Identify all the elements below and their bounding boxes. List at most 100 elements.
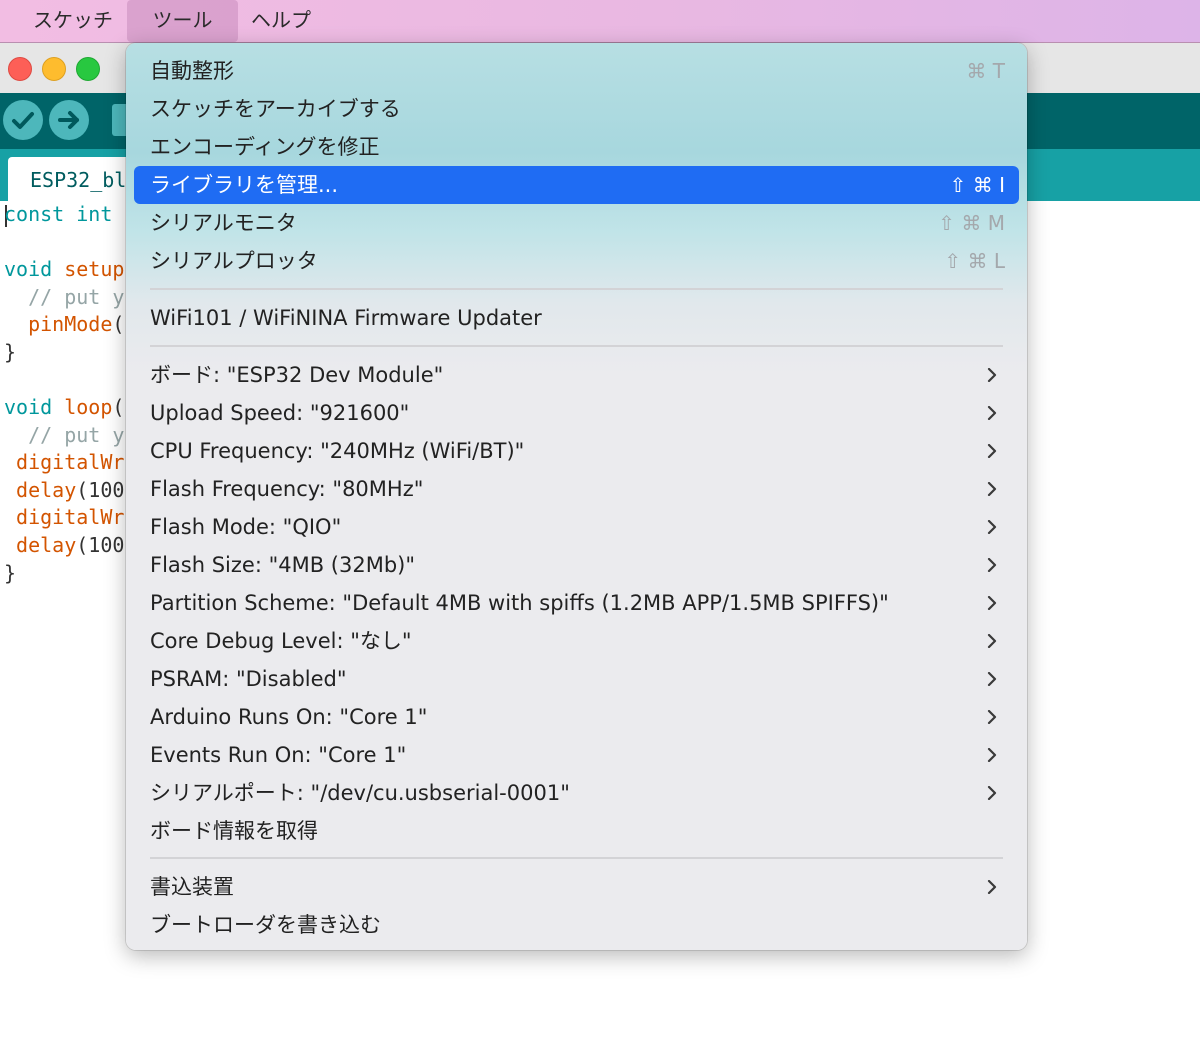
menu-item-label: ライブラリを管理... [150, 173, 339, 197]
chevron-right-icon [987, 634, 997, 648]
menu-item-cpu-frequency[interactable]: CPU Frequency: "240MHz (WiFi/BT)" [134, 432, 1019, 470]
chevron-right-icon [987, 748, 997, 762]
code-line: delay(100 [4, 532, 124, 559]
code-token: (100 [76, 478, 125, 502]
code-token: loop [64, 395, 113, 419]
menu-item-label: ボード: "ESP32 Dev Module" [150, 363, 444, 387]
code-token: (100 [76, 533, 125, 557]
checkmark-icon [12, 112, 34, 129]
code-token: delay [4, 478, 77, 502]
minimize-window-button[interactable] [42, 57, 66, 81]
menu-item-manage-libraries[interactable]: ライブラリを管理... ⇧ ⌘ I [134, 166, 1019, 204]
menu-separator [150, 288, 1003, 290]
code-token: ( [112, 312, 125, 336]
code-token: // put y [4, 423, 125, 447]
menu-item-label: CPU Frequency: "240MHz (WiFi/BT)" [150, 439, 525, 463]
menu-item-label: ブートローダを書き込む [150, 913, 381, 937]
menu-item-shortcut: ⇧ ⌘ I [949, 173, 1005, 197]
code-line: // put y [4, 422, 124, 449]
menu-item-auto-format[interactable]: 自動整形 ⌘ T [134, 52, 1019, 90]
close-window-button[interactable] [8, 57, 32, 81]
chevron-right-icon [987, 558, 997, 572]
menu-item-label: Flash Mode: "QIO" [150, 515, 342, 539]
code-line: const int [4, 201, 112, 228]
chevron-right-icon [987, 880, 997, 894]
menu-item-label: エンコーディングを修正 [150, 135, 380, 159]
code-line: void setup [4, 256, 124, 283]
code-token: } [4, 561, 17, 585]
menu-item-programmer[interactable]: 書込装置 [134, 868, 1019, 906]
upload-button[interactable] [49, 100, 89, 140]
menu-item-flash-size[interactable]: Flash Size: "4MB (32Mb)" [134, 546, 1019, 584]
menu-item-firmware-updater[interactable]: WiFi101 / WiFiNINA Firmware Updater [134, 299, 1019, 337]
code-token: void [4, 257, 53, 281]
menu-item-burn-bootloader[interactable]: ブートローダを書き込む [134, 906, 1019, 944]
menubar-item-sketch[interactable]: スケッチ [18, 0, 128, 42]
menu-item-board[interactable]: ボード: "ESP32 Dev Module" [134, 356, 1019, 394]
chevron-right-icon [987, 672, 997, 686]
menu-item-serial-plotter[interactable]: シリアルプロッタ ⇧ ⌘ L [134, 242, 1019, 280]
menu-item-archive-sketch[interactable]: スケッチをアーカイブする [134, 90, 1019, 128]
menu-item-psram[interactable]: PSRAM: "Disabled" [134, 660, 1019, 698]
code-line: } [4, 339, 16, 366]
verify-button[interactable] [3, 100, 43, 140]
code-token: pinMode [4, 312, 113, 336]
menu-item-label: Arduino Runs On: "Core 1" [150, 705, 428, 729]
menu-item-label: シリアルプロッタ [150, 249, 318, 273]
chevron-right-icon [987, 482, 997, 496]
menu-item-label: WiFi101 / WiFiNINA Firmware Updater [150, 306, 542, 330]
arrow-right-icon [58, 111, 79, 129]
menu-item-partition-scheme[interactable]: Partition Scheme: "Default 4MB with spif… [134, 584, 1019, 622]
menu-item-shortcut: ⇧ ⌘ M [938, 211, 1005, 235]
code-token: // put y [4, 285, 125, 309]
chevron-right-icon [987, 368, 997, 382]
menu-separator [150, 857, 1003, 859]
code-line: pinMode( [4, 311, 124, 338]
menu-item-label: PSRAM: "Disabled" [150, 667, 347, 691]
code-line: digitalWr [4, 504, 124, 531]
menu-item-arduino-runs-on[interactable]: Arduino Runs On: "Core 1" [134, 698, 1019, 736]
code-token: const int [4, 202, 113, 226]
chevron-right-icon [987, 520, 997, 534]
code-line: delay(100 [4, 477, 124, 504]
menu-item-events-run-on[interactable]: Events Run On: "Core 1" [134, 736, 1019, 774]
menu-item-label: Partition Scheme: "Default 4MB with spif… [150, 591, 889, 615]
code-token: digitalWr [4, 450, 125, 474]
menu-item-label: Core Debug Level: "なし" [150, 629, 412, 653]
menubar-item-tools[interactable]: ツール [127, 0, 238, 42]
menu-item-label: ボード情報を取得 [150, 819, 318, 843]
menu-item-flash-mode[interactable]: Flash Mode: "QIO" [134, 508, 1019, 546]
code-token: setup [64, 257, 125, 281]
code-token: delay [4, 533, 77, 557]
chevron-right-icon [987, 710, 997, 724]
code-token: ( [112, 395, 125, 419]
menu-item-label: Upload Speed: "921600" [150, 401, 410, 425]
chevron-right-icon [987, 596, 997, 610]
menu-item-board-info[interactable]: ボード情報を取得 [134, 812, 1019, 850]
menu-item-fix-encoding[interactable]: エンコーディングを修正 [134, 128, 1019, 166]
menu-item-label: 書込装置 [150, 875, 234, 899]
chevron-right-icon [987, 444, 997, 458]
menu-item-label: Flash Size: "4MB (32Mb)" [150, 553, 416, 577]
code-line: digitalWr [4, 449, 124, 476]
zoom-window-button[interactable] [76, 57, 100, 81]
code-token: digitalWr [4, 505, 125, 529]
code-line: void loop( [4, 394, 124, 421]
menu-item-label: シリアルポート: "/dev/cu.usbserial-0001" [150, 781, 570, 805]
menu-item-core-debug-level[interactable]: Core Debug Level: "なし" [134, 622, 1019, 660]
menu-item-serial-port[interactable]: シリアルポート: "/dev/cu.usbserial-0001" [134, 774, 1019, 812]
menu-item-upload-speed[interactable]: Upload Speed: "921600" [134, 394, 1019, 432]
tools-dropdown-menu: 自動整形 ⌘ T スケッチをアーカイブする エンコーディングを修正 ライブラリを… [126, 43, 1027, 950]
menu-bar: スケッチ ツール ヘルプ [0, 0, 1200, 43]
menu-separator [150, 345, 1003, 347]
menu-item-shortcut: ⌘ T [966, 59, 1005, 83]
menu-item-serial-monitor[interactable]: シリアルモニタ ⇧ ⌘ M [134, 204, 1019, 242]
menu-item-shortcut: ⇧ ⌘ L [944, 249, 1005, 273]
menu-item-flash-frequency[interactable]: Flash Frequency: "80MHz" [134, 470, 1019, 508]
chevron-right-icon [987, 406, 997, 420]
menubar-item-help[interactable]: ヘルプ [238, 0, 324, 42]
menu-item-label: Flash Frequency: "80MHz" [150, 477, 424, 501]
menu-item-label: 自動整形 [150, 59, 234, 83]
code-line: // put y [4, 284, 124, 311]
menu-item-label: Events Run On: "Core 1" [150, 743, 407, 767]
